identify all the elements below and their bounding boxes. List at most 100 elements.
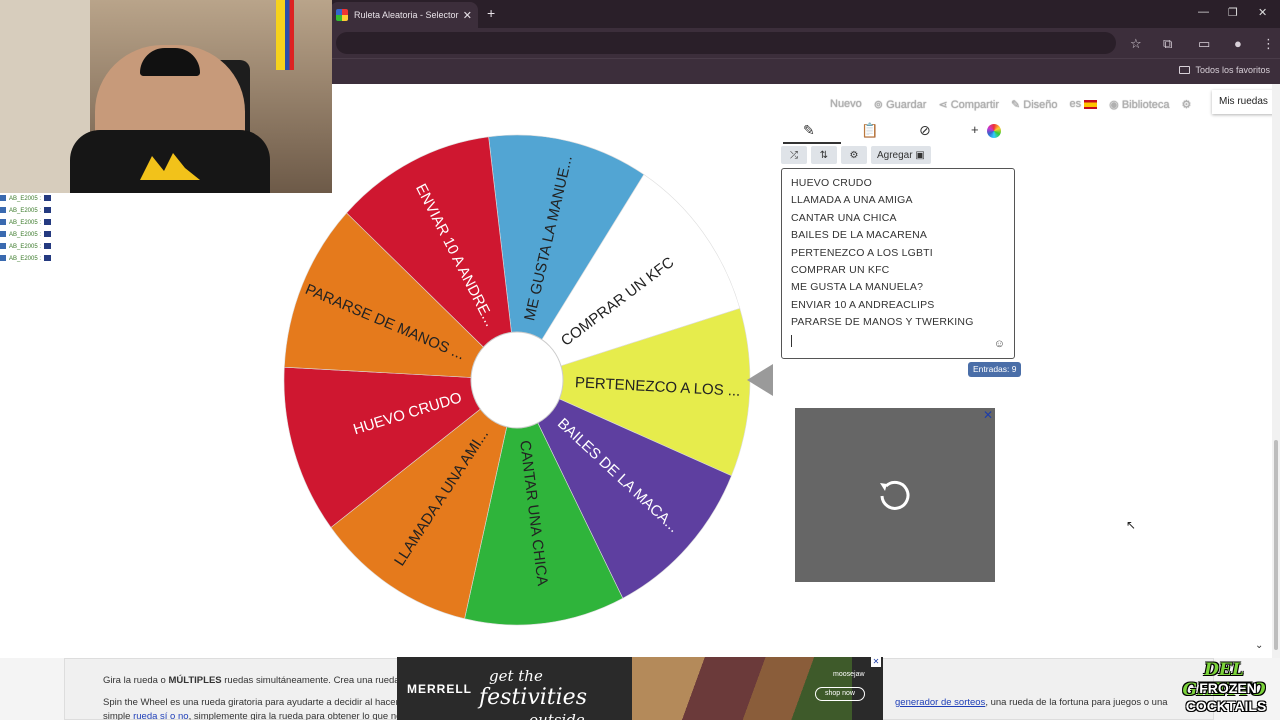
wheel-pointer xyxy=(747,364,773,396)
chat-username: AB_E2005 : xyxy=(9,208,42,214)
restore-button[interactable]: ❐ xyxy=(1228,6,1238,19)
logo-text-bottom: COCKTAILS xyxy=(1185,698,1267,714)
all-bookmarks-label: Todos los favoritos xyxy=(1195,65,1270,75)
wheel-center-button[interactable] xyxy=(470,331,564,429)
site-favicon-icon xyxy=(336,9,348,21)
add-plus-icon[interactable]: + xyxy=(971,122,979,137)
minimize-button[interactable]: — xyxy=(1198,6,1209,18)
extensions-icon[interactable]: ⧉ xyxy=(1163,36,1172,52)
sort-button[interactable]: ⇅ xyxy=(811,146,837,164)
ad-banner[interactable]: MERRELL get the festivities outside moos… xyxy=(397,657,883,720)
emoji-icon[interactable]: ☺ xyxy=(994,338,1005,350)
paragraph-text: , simplemente gira la rueda para obtener… xyxy=(188,711,407,720)
article-paragraph: simple rueda sí o no, simplemente gira l… xyxy=(103,711,406,720)
scrollbar-thumb[interactable] xyxy=(1274,440,1278,650)
library-button[interactable]: ◉ Biblioteca xyxy=(1109,98,1169,111)
window-close-button[interactable]: ✕ xyxy=(1258,6,1267,19)
ad-store-text: moosejaw xyxy=(833,671,865,678)
chat-badge-icon xyxy=(0,243,6,250)
editor-toolbar: ⤮ ⇅ ⚙ Agregar ▣ xyxy=(781,146,931,164)
close-icon[interactable]: ✕ xyxy=(983,408,993,422)
new-tab-button[interactable]: + xyxy=(487,5,495,21)
shuffle-button[interactable]: ⤮ xyxy=(781,146,807,164)
chat-emote-icon xyxy=(44,207,52,214)
sort-icon: ⇅ xyxy=(819,149,829,161)
design-label: Diseño xyxy=(1023,98,1058,111)
sidepanel-icon[interactable]: ▭ xyxy=(1198,36,1210,52)
paragraph-text: Gira la rueda o xyxy=(103,675,169,686)
entry-line: CANTAR UNA CHICA xyxy=(791,211,897,224)
language-select[interactable]: es xyxy=(1070,98,1098,110)
chat-username: AB_E2005 : xyxy=(9,232,42,238)
folder-icon xyxy=(1179,66,1191,74)
article-paragraph-end: generador de sorteos, una rueda de la fo… xyxy=(895,697,1168,708)
entry-line: LLAMADA A UNA AMIGA xyxy=(791,194,913,207)
clipboard-results-icon[interactable]: 📋 xyxy=(861,122,878,139)
yes-no-wheel-link[interactable]: rueda sí o no xyxy=(133,711,188,720)
streamer-logo: DEL GHETTO FROZEN COCKTAILS xyxy=(1170,658,1278,720)
replay-icon[interactable] xyxy=(877,478,911,512)
ad-brand-text: MERRELL xyxy=(407,682,472,696)
chat-line: AB_E2005 : xyxy=(0,193,60,205)
color-palette-icon[interactable] xyxy=(987,124,1001,138)
settings-button[interactable]: ⚙ xyxy=(841,146,867,164)
chat-emote-icon xyxy=(44,255,52,262)
article-paragraph: Gira la rueda o MÚLTIPLES ruedas simultá… xyxy=(103,675,413,686)
spin-wheel[interactable]: ME GUSTA LA MANUE...COMPRAR UN KFCPERTEN… xyxy=(282,132,754,626)
profile-avatar-icon[interactable]: ● xyxy=(1234,36,1242,51)
raffle-generator-link[interactable]: generador de sorteos xyxy=(895,697,985,708)
add-image-label: Agregar xyxy=(877,149,913,161)
entries-count-badge: Entradas: 9 xyxy=(968,362,1022,377)
paragraph-text: ruedas simultáneamente. Crea una rueda p… xyxy=(221,675,413,686)
chat-line: AB_E2005 : xyxy=(0,217,60,229)
share-button[interactable]: ⋖ Compartir xyxy=(938,98,999,111)
chat-username: AB_E2005 : xyxy=(9,196,42,202)
browser-menu-icon[interactable]: ⋮ xyxy=(1262,36,1275,52)
tab-close-icon[interactable]: ✕ xyxy=(463,9,472,22)
spain-flag-icon xyxy=(1084,99,1098,109)
result-panel: ✕ xyxy=(795,408,995,582)
paragraph-text: simple xyxy=(103,711,134,720)
ad-slogan-line: outside xyxy=(529,711,585,720)
image-icon: ▣ xyxy=(915,149,925,161)
entry-line: HUEVO CRUDO xyxy=(791,177,872,189)
settings-gear-icon[interactable]: ⚙ xyxy=(1182,98,1192,111)
url-input[interactable] xyxy=(336,32,1116,54)
tab-title: Ruleta Aleatoria - Selector Personalizad… xyxy=(354,10,459,20)
paragraph-bold: MÚLTIPLES xyxy=(168,675,222,686)
design-button[interactable]: ✎ Diseño xyxy=(1011,98,1058,111)
browser-tab[interactable]: Ruleta Aleatoria - Selector Personalizad… xyxy=(330,2,478,28)
entry-line: BAILES DE LA MACARENA xyxy=(791,229,928,242)
entry-line: ME GUSTA LA MANUELA? xyxy=(791,281,924,294)
entries-textarea[interactable]: HUEVO CRUDO LLAMADA A UNA AMIGA CANTAR U… xyxy=(781,168,1015,359)
scroll-down-chevron-icon[interactable]: ⌄ xyxy=(1255,640,1263,651)
add-image-button[interactable]: Agregar ▣ xyxy=(871,146,931,164)
edit-entries-pencil-icon[interactable]: ✎ xyxy=(783,122,841,144)
entry-line: COMPRAR UN KFC xyxy=(791,264,890,277)
chat-line: AB_E2005 : xyxy=(0,229,60,241)
language-label: es xyxy=(1069,98,1082,110)
entry-line: ENVIAR 10 A ANDREACLIPS xyxy=(791,298,935,311)
ad-close-icon[interactable]: ✕ xyxy=(871,657,881,667)
chat-emote-icon xyxy=(44,219,52,226)
my-wheels-button[interactable]: Mis ruedas xyxy=(1212,90,1275,114)
chat-line: AB_E2005 : xyxy=(0,205,60,217)
chat-username: AB_E2005 : xyxy=(9,244,42,250)
chat-emote-icon xyxy=(44,243,52,250)
webcam-flag xyxy=(276,0,294,70)
mouse-cursor-icon: ↖ xyxy=(1126,518,1137,532)
chat-badge-icon xyxy=(0,219,6,226)
ad-shop-now-button[interactable]: shop now xyxy=(815,687,865,701)
entry-line: PERTENEZCO A LOS LGBTI xyxy=(791,246,933,259)
chat-line: AB_E2005 : xyxy=(0,241,60,253)
save-label: Guardar xyxy=(886,98,927,111)
save-button[interactable]: ⊚ Guardar xyxy=(874,98,927,111)
all-bookmarks-button[interactable]: Todos los favoritos xyxy=(1179,65,1270,75)
chat-badge-icon xyxy=(0,195,6,202)
hide-eye-slash-icon[interactable]: ⊘ xyxy=(919,122,931,139)
site-toolbar: Nuevo ⊚ Guardar ⋖ Compartir ✎ Diseño es … xyxy=(830,94,1191,114)
chat-username: AB_E2005 : xyxy=(9,220,42,226)
new-button[interactable]: Nuevo xyxy=(830,98,862,110)
bookmark-star-icon[interactable]: ☆ xyxy=(1130,36,1142,52)
share-label: Compartir xyxy=(950,98,1000,111)
